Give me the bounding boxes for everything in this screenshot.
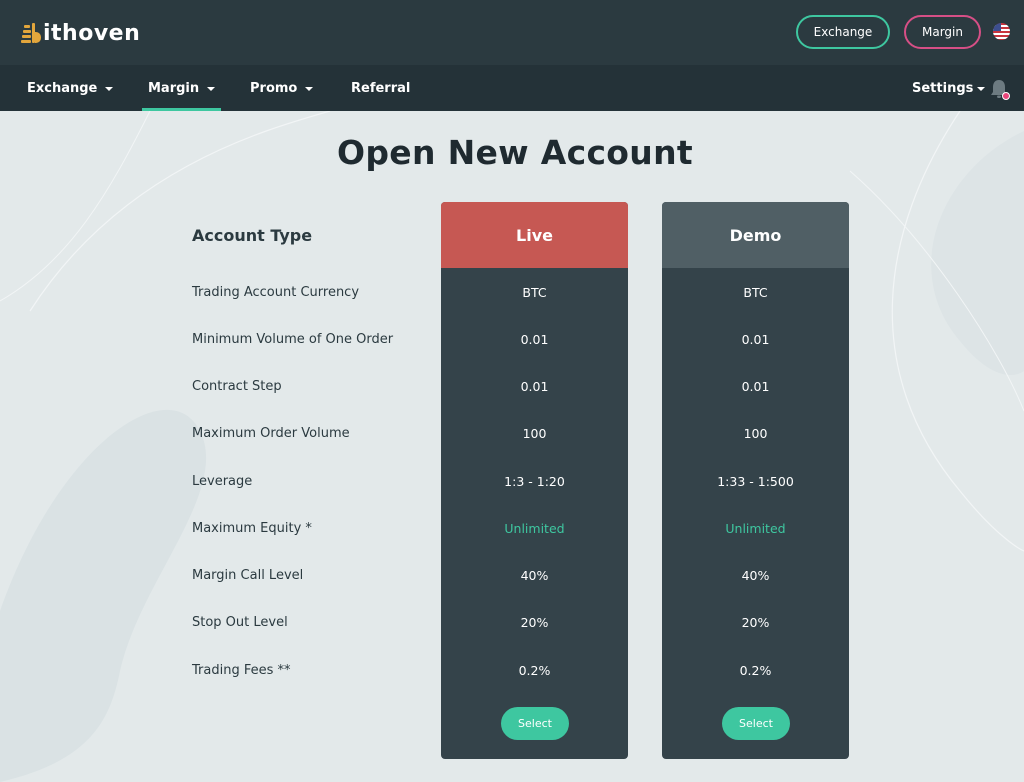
card-cell: 0.01 <box>741 332 770 347</box>
nav-item-promo[interactable]: Promo <box>250 65 314 111</box>
chevron-down-icon <box>977 86 986 91</box>
card-cell: 20% <box>520 615 549 630</box>
account-type-heading: Account Type <box>192 226 313 245</box>
chevron-down-icon <box>305 86 314 91</box>
card-cell: 100 <box>743 426 768 441</box>
nav-item-label: Margin <box>148 80 200 96</box>
row-label: Maximum Order Volume <box>192 426 350 441</box>
row-label: Leverage <box>192 474 253 489</box>
select-demo-button[interactable]: Select <box>722 707 790 740</box>
card-cell: 40% <box>741 568 770 583</box>
logo[interactable]: ithoven <box>20 19 140 47</box>
demo-account-card: Demo BTC 0.01 0.01 100 1:33 - 1:500 Unli… <box>662 202 849 759</box>
row-label: Trading Fees ** <box>192 663 291 678</box>
card-cell: 100 <box>522 426 547 441</box>
nav-item-label: Settings <box>912 80 974 96</box>
nav-item-exchange[interactable]: Exchange <box>27 65 114 111</box>
card-cell: BTC <box>743 285 768 300</box>
nav-item-referral[interactable]: Referral <box>351 65 410 111</box>
card-cell: 0.01 <box>520 332 549 347</box>
card-cell: 40% <box>520 568 549 583</box>
margin-button[interactable]: Margin <box>904 15 981 49</box>
card-cell: BTC <box>522 285 547 300</box>
card-title: Demo <box>662 202 849 268</box>
select-live-button[interactable]: Select <box>501 707 569 740</box>
card-cell: 1:3 - 1:20 <box>504 474 565 489</box>
row-label: Minimum Volume of One Order <box>192 332 394 347</box>
row-label: Maximum Equity * <box>192 521 312 536</box>
card-cell: 0.01 <box>520 379 549 394</box>
nav-item-settings[interactable]: Settings <box>912 65 986 111</box>
logo-mark-icon <box>20 23 42 43</box>
card-title: Live <box>441 202 628 268</box>
exchange-button[interactable]: Exchange <box>796 15 890 49</box>
page-title: Open New Account <box>337 133 693 172</box>
nav-item-label: Promo <box>250 80 298 96</box>
card-cell: 0.2% <box>518 663 551 678</box>
card-cell: 0.2% <box>739 663 772 678</box>
notification-dot <box>1002 92 1010 100</box>
row-label: Contract Step <box>192 379 282 394</box>
nav-item-label: Exchange <box>27 80 98 96</box>
top-header: ithoven Exchange Margin <box>0 0 1024 65</box>
card-cell: 20% <box>741 615 770 630</box>
card-cell: 1:33 - 1:500 <box>717 474 794 489</box>
nav-item-label: Referral <box>351 80 411 96</box>
row-label: Margin Call Level <box>192 568 304 583</box>
live-account-card: Live BTC 0.01 0.01 100 1:3 - 1:20 Unlimi… <box>441 202 628 759</box>
row-label: Trading Account Currency <box>192 285 360 300</box>
main-nav: Exchange Margin Promo Referral Settings <box>0 65 1024 111</box>
card-cell: 0.01 <box>741 379 770 394</box>
logo-text: ithoven <box>43 20 141 46</box>
bell-icon[interactable] <box>988 78 1010 100</box>
us-flag-icon[interactable] <box>993 23 1010 40</box>
card-cell: Unlimited <box>725 521 786 536</box>
chevron-down-icon <box>105 86 114 91</box>
card-cell: Unlimited <box>504 521 565 536</box>
chevron-down-icon <box>207 86 216 91</box>
nav-item-margin[interactable]: Margin <box>141 65 222 111</box>
row-label: Stop Out Level <box>192 615 288 630</box>
